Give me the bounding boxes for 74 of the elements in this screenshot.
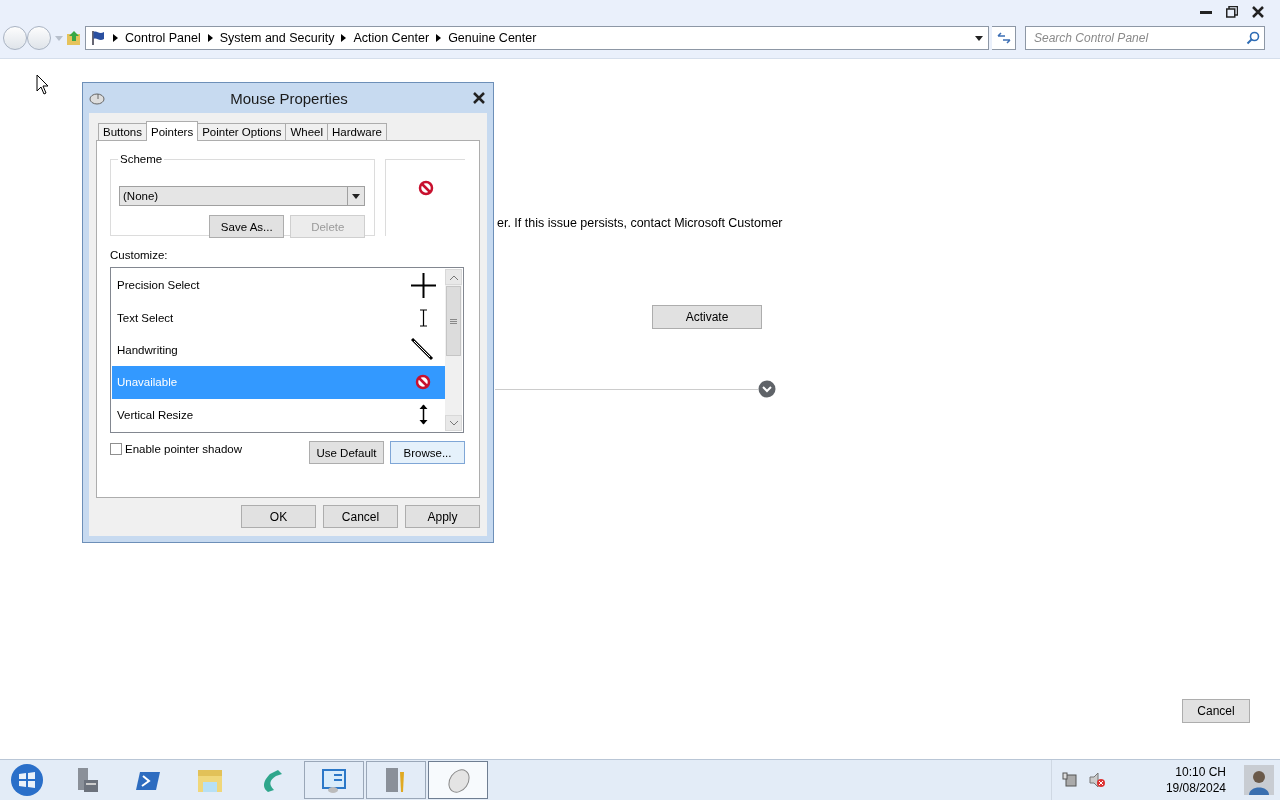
group-label: Scheme [118,153,165,165]
scroll-down-icon [449,420,458,426]
item-label: Unavailable [117,376,179,389]
dropdown-arrow-icon [352,193,361,199]
checkbox-label: Enable pointer shadow [125,443,242,455]
section-label: Customize: [110,249,169,261]
item-label: Handwriting [117,344,179,356]
scheme-dropdown[interactable]: (None) [119,186,366,206]
close-icon[interactable] [1252,6,1264,18]
item-label: Text Select [117,311,175,324]
close-icon[interactable] [473,92,485,104]
search-icon[interactable] [1246,31,1260,45]
list-item[interactable]: Text Select [112,301,445,334]
dialog-title: Mouse Properties [229,89,349,107]
tab[interactable]: Pointers [146,121,199,141]
grip-icon [450,318,457,324]
tab[interactable]: Pointer Options [197,123,287,140]
list-item[interactable]: Handwriting [112,333,445,367]
chevron-icon [341,34,347,42]
user-avatar[interactable] [1244,765,1274,795]
breadcrumb-link[interactable]: Control Panel [125,31,201,45]
message-text: er. If this issue persists, contact Microsoft Customer [497,216,784,230]
dialog-button[interactable]: Use Default [309,441,384,464]
scrollbar[interactable] [445,269,462,431]
minimize-icon[interactable] [1200,10,1212,14]
expand-chevron-icon[interactable] [758,380,776,398]
mouse-icon [89,91,105,105]
refresh-button[interactable] [992,26,1016,50]
person-icon [1248,769,1270,795]
maximize-icon[interactable] [1226,6,1238,18]
dialog-button[interactable]: Browse... [390,441,465,464]
no-sign-icon [417,180,434,196]
chevron-icon [113,34,118,42]
up-folder-icon[interactable] [66,30,82,46]
vertical-arrow-icon [418,404,428,426]
chevron-icon [436,34,442,42]
chevron-icon [207,34,213,42]
dialog-button[interactable]: Apply [405,505,480,528]
flag-icon [90,30,106,46]
scroll-thumb[interactable] [446,286,461,356]
taskbar-app[interactable] [304,761,364,799]
dialog-button[interactable]: Cancel [323,505,398,528]
clock-time: 10:10 CH [1175,764,1226,780]
list-item[interactable]: Vertical Resize [112,398,445,432]
mouse-pointer-icon [36,74,49,95]
tab[interactable]: Buttons [98,123,147,140]
monitor-icon [320,766,348,794]
speaker-muted-icon[interactable] [1087,772,1106,788]
refresh-icon [996,32,1011,44]
windows-logo-icon [10,763,44,797]
activate-button[interactable]: Activate [652,305,762,329]
scheme-button[interactable]: Save As... [209,215,285,238]
breadcrumb-link[interactable]: Action Center [353,31,430,45]
network-icon[interactable] [1061,772,1078,788]
checkbox[interactable] [110,443,122,455]
scroll-up-icon [449,274,458,280]
cancel-button[interactable]: Cancel [1182,699,1250,723]
breadcrumb-link[interactable]: Genuine Center [448,31,537,45]
taskbar-app[interactable] [428,761,488,799]
dropdown-arrow-icon[interactable] [975,35,983,41]
list-item[interactable]: Precision Select [112,269,445,302]
breadcrumb-link[interactable]: System and Security [219,31,335,45]
no-sign-icon [415,374,431,391]
tab[interactable]: Hardware [327,123,387,140]
dialog-button[interactable]: OK [241,505,316,528]
taskbar-app[interactable] [366,761,426,799]
clock-date: 19/08/2024 [1165,780,1226,796]
pen-icon [411,338,435,362]
crosshair-icon [410,272,436,298]
item-label: Vertical Resize [117,408,195,421]
text-cursor-icon [418,308,428,327]
item-label: Precision Select [117,279,201,292]
search-field[interactable]: Search Control Panel [1025,26,1265,50]
address-bar[interactable]: Control Panel System and Security Action Center Genuine Center [85,26,989,50]
